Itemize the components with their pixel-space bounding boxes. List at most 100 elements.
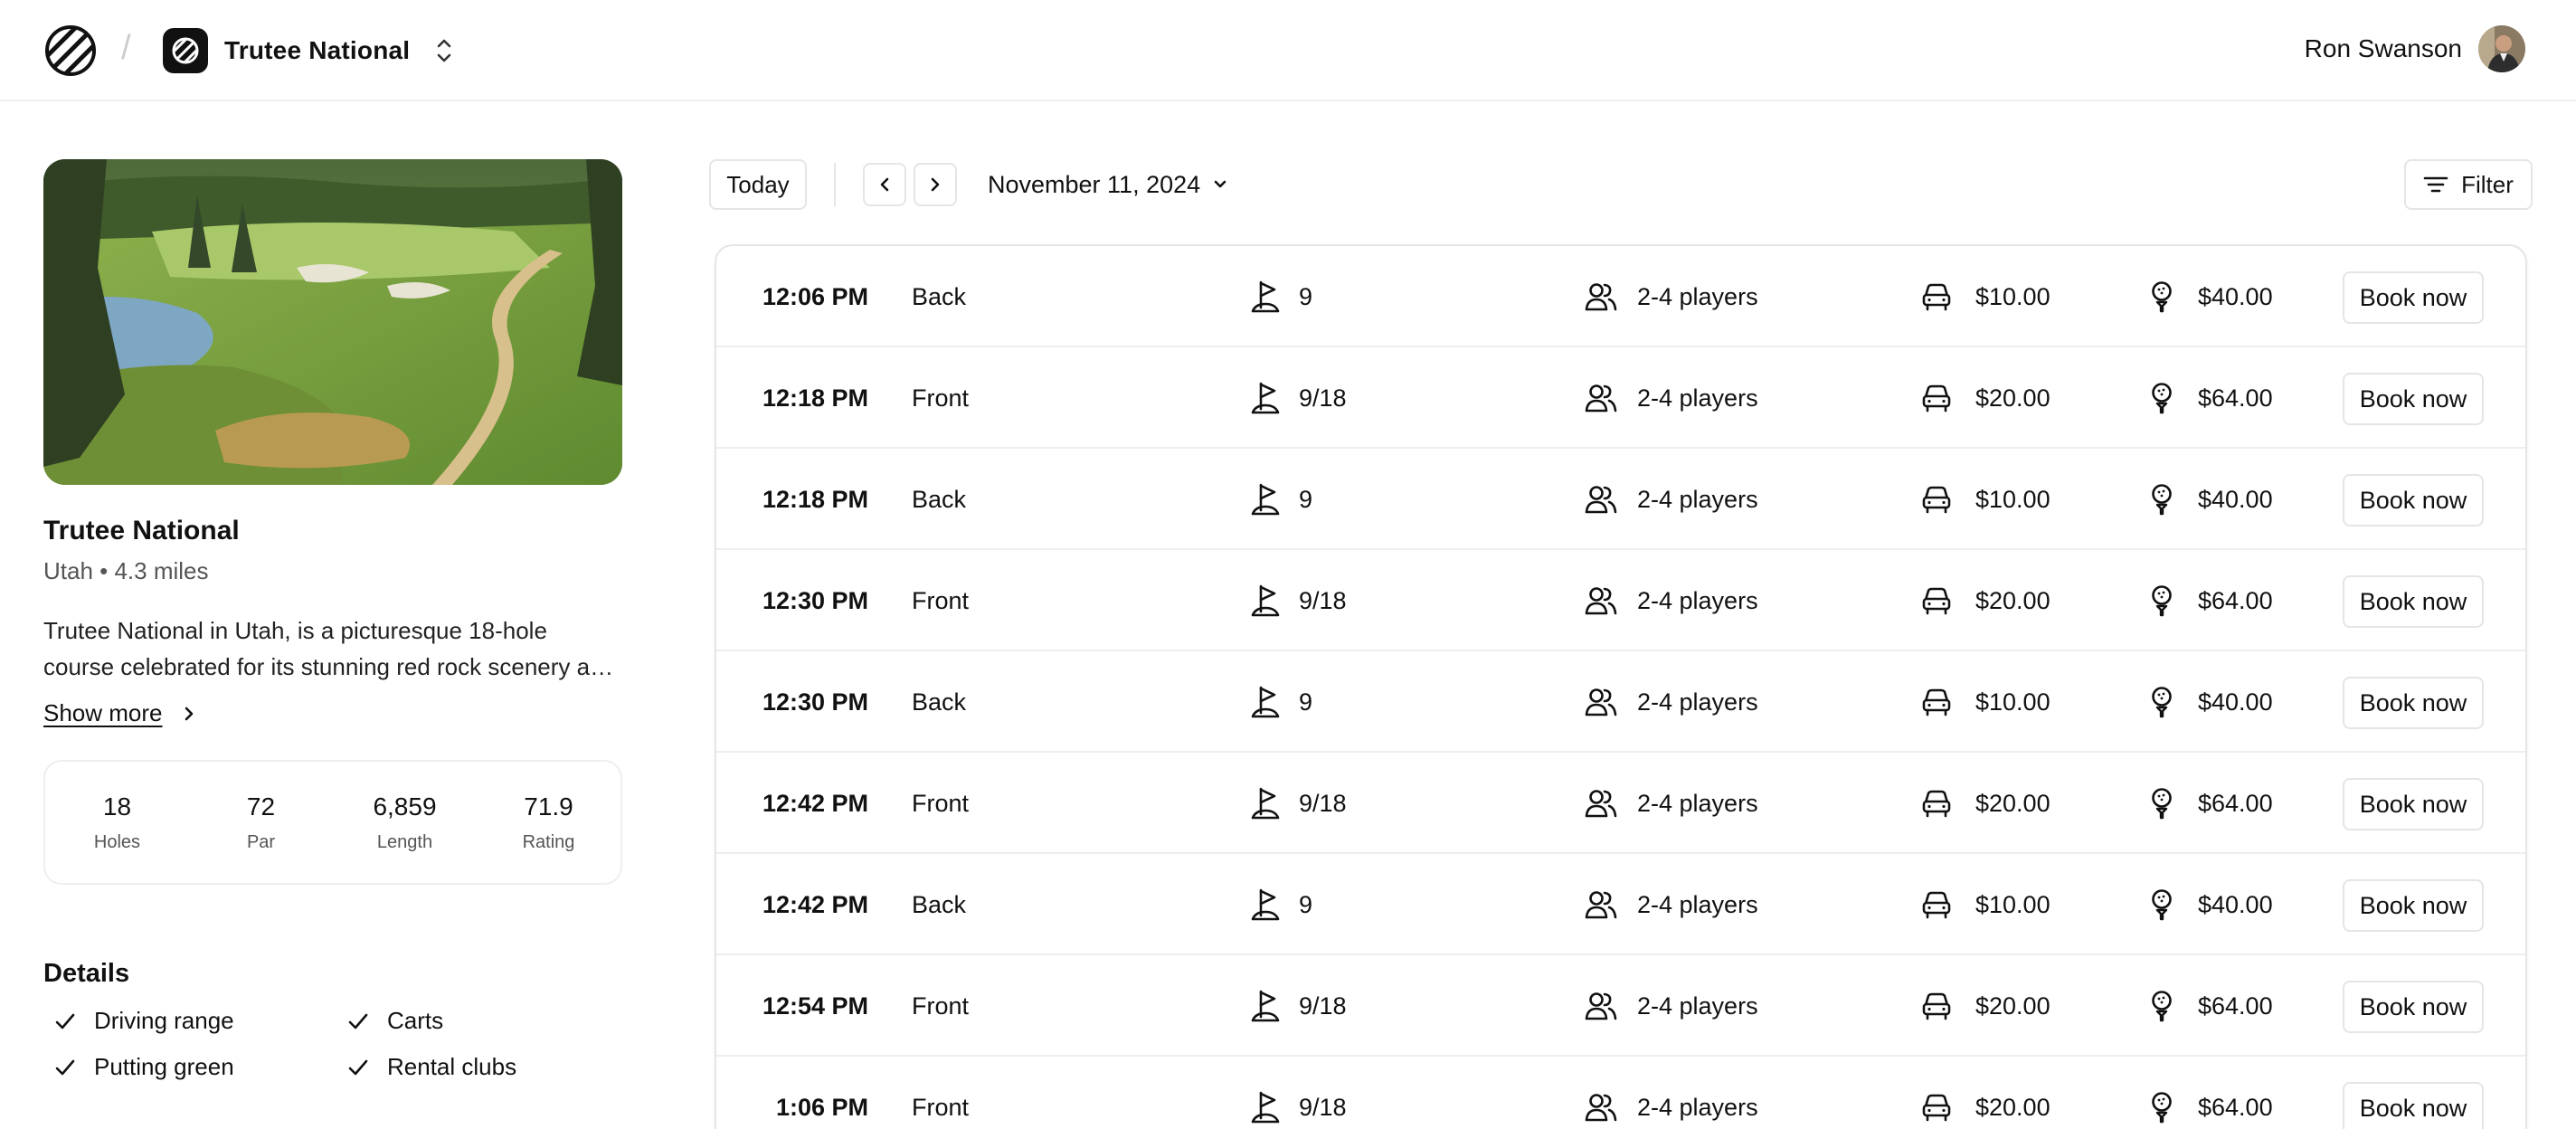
book-now-button[interactable]: Book now [2343,778,2484,830]
tee-time: 12:18 PM [762,384,868,412]
course-switcher[interactable]: Trutee National [163,27,457,74]
next-day-button[interactable] [914,163,957,206]
cart-fee-cell: $20.00 [1921,1057,2050,1129]
green-fee-cell: $64.00 [2149,753,2273,854]
stat-label: Length [376,831,433,852]
tee-time: 12:42 PM [762,890,868,918]
golf-flag-icon [1251,888,1280,921]
green-fee-value: $40.00 [2198,688,2273,716]
tee-time: 12:30 PM [762,586,868,614]
cart-icon [1922,1094,1951,1122]
golf-ball-tee-icon [2152,484,2172,516]
show-more-link[interactable]: Show more [43,699,622,727]
holes-cell: 9/18 [1250,550,1347,651]
book-now-button[interactable]: Book now [2343,879,2484,932]
golf-ball-tee-icon [2152,687,2172,718]
tee-time-list: 12:06 PM Back 9 2-4 players $10.00 $40.0… [715,244,2527,1129]
chevron-left-icon [880,177,889,192]
amenity-item: Carts [347,1007,619,1035]
book-now-button[interactable]: Book now [2343,271,2484,324]
users-icon [1585,891,1617,919]
amenities-list: Driving range Carts Putting green Rental… [43,1007,622,1081]
holes-cell: 9/18 [1250,955,1347,1057]
holes-cell: 9 [1250,854,1312,955]
cart-fee-cell: $10.00 [1921,651,2050,753]
green-fee-value: $64.00 [2198,991,2273,1020]
golf-flag-icon [1251,483,1280,516]
green-fee-cell: $64.00 [2149,1057,2273,1129]
previous-day-button[interactable] [863,163,906,206]
green-fee-cell: $40.00 [2149,246,2273,347]
chevron-up-down-icon [437,39,451,62]
tee-side: Back [912,890,967,918]
course-sidebar: Trutee National Utah • 4.3 miles Trutee … [43,159,622,1081]
book-now-button[interactable]: Book now [2343,373,2484,425]
cart-fee-value: $10.00 [1975,282,2050,310]
tee-time-row: 12:06 PM Back 9 2-4 players $10.00 $40.0… [716,246,2525,347]
striped-circle-icon [172,37,199,64]
holes-cell: 9 [1250,246,1312,347]
checkmark-icon [348,1013,368,1029]
cart-icon [1922,587,1951,615]
green-fee-cell: $40.00 [2149,651,2273,753]
cart-icon [1922,992,1951,1020]
book-now-button[interactable]: Book now [2343,1082,2484,1129]
book-now-button[interactable]: Book now [2343,981,2484,1033]
tee-side: Front [912,991,970,1020]
tee-side: Front [912,789,970,817]
user-menu[interactable]: Ron Swanson [2305,25,2525,72]
players-cell: 2-4 players [1585,753,1758,854]
players-value: 2-4 players [1637,789,1758,817]
players-cell: 2-4 players [1585,854,1758,955]
cart-fee-value: $10.00 [1975,485,2050,513]
amenity-label: Carts [387,1007,444,1034]
logo-icon[interactable] [43,24,98,78]
holes-cell: 9/18 [1250,1057,1347,1129]
top-bar: / Trutee National Ron Swanson [0,0,2576,101]
stat-value: 72 [246,792,276,821]
players-value: 2-4 players [1637,384,1758,412]
avatar[interactable] [2478,25,2525,72]
filter-icon [2423,176,2448,193]
cart-icon [1922,384,1951,413]
tee-time-row: 12:42 PM Back 9 2-4 players $10.00 $40.0… [716,854,2525,955]
players-value: 2-4 players [1637,282,1758,310]
tee-side: Front [912,586,970,614]
stat-value: 71.9 [524,792,573,821]
tee-time: 12:42 PM [762,789,868,817]
stat-par: 72 Par [189,762,333,883]
amenity-label: Putting green [94,1053,234,1080]
breadcrumb-separator: / [121,29,131,67]
green-fee-cell: $64.00 [2149,550,2273,651]
tee-time: 12:06 PM [762,282,868,310]
date-picker[interactable]: November 11, 2024 [988,159,1227,210]
cart-fee-cell: $20.00 [1921,955,2050,1057]
players-cell: 2-4 players [1585,347,1758,449]
book-now-button[interactable]: Book now [2343,677,2484,729]
green-fee-cell: $64.00 [2149,955,2273,1057]
green-fee-cell: $40.00 [2149,449,2273,550]
golf-flag-icon [1251,686,1280,718]
golf-ball-tee-icon [2152,281,2172,313]
selected-date: November 11, 2024 [988,170,1201,198]
amenity-item: Putting green [54,1053,347,1081]
players-cell: 2-4 players [1585,550,1758,651]
amenity-item: Driving range [54,1007,347,1035]
filter-button[interactable]: Filter [2404,159,2533,210]
golf-flag-icon [1251,990,1280,1022]
players-value: 2-4 players [1637,1093,1758,1121]
users-icon [1585,486,1617,514]
today-button[interactable]: Today [709,159,807,210]
book-now-button[interactable]: Book now [2343,575,2484,628]
green-fee-value: $40.00 [2198,282,2273,310]
stat-label: Holes [93,831,141,852]
green-fee-value: $40.00 [2198,890,2273,918]
green-fee-cell: $64.00 [2149,347,2273,449]
players-value: 2-4 players [1637,586,1758,614]
green-fee-value: $64.00 [2198,384,2273,412]
book-now-button[interactable]: Book now [2343,474,2484,527]
show-more-label: Show more [43,699,163,726]
golf-flag-icon [1251,1091,1280,1124]
holes-value: 9 [1299,890,1313,918]
tee-time-row: 12:18 PM Back 9 2-4 players $10.00 $40.0… [716,449,2525,550]
